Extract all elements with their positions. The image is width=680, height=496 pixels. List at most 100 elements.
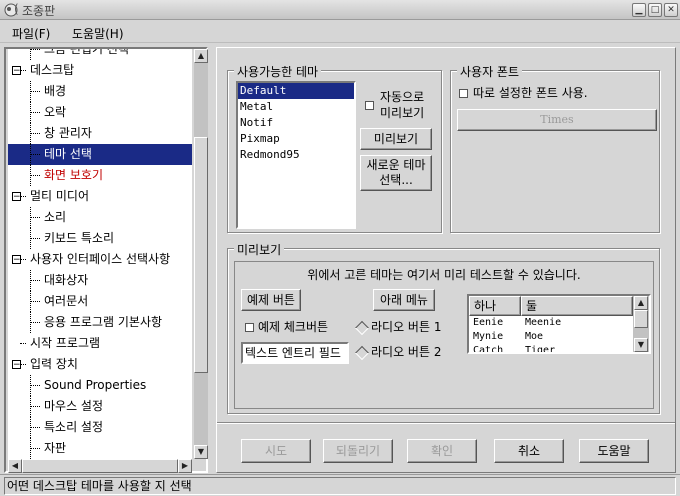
example-checkbox-label: 예제 체크버튼: [258, 320, 329, 334]
minimize-icon[interactable]: ▁: [632, 3, 646, 17]
theme-list-item[interactable]: Pixmap: [238, 131, 354, 147]
tree-item[interactable]: 테마 선택: [8, 144, 192, 165]
settings-panel: 사용가능한 테마 Default Metal Notif Pixmap Redmond9…: [216, 47, 676, 473]
title-bar[interactable]: ( 조종판 ▁ □ ✕: [0, 0, 680, 20]
example-button[interactable]: 예제 버튼: [241, 289, 301, 311]
tree-item[interactable]: 마우스 설정: [8, 396, 192, 417]
table-cell: Meenie: [525, 317, 562, 328]
scroll-thumb[interactable]: [194, 137, 208, 373]
tree-item[interactable]: Sound Properties: [8, 375, 192, 396]
radio-button-2[interactable]: [354, 345, 370, 361]
tree-item[interactable]: 화면 보호기: [8, 165, 192, 186]
status-bar: 어떤 데스크탑 테마를 사용할 지 선택: [0, 474, 680, 496]
tree-item[interactable]: 여러문서: [8, 291, 192, 312]
custom-font-label: 따로 설정한 폰트 사용.: [473, 86, 588, 100]
tree-item[interactable]: 자판: [8, 438, 192, 459]
table-header-col1[interactable]: 하나: [469, 296, 521, 316]
tree-item[interactable]: 응용 프로그램 기본사항: [8, 312, 192, 333]
tree-item-label: 배경: [44, 84, 67, 98]
tree-item[interactable]: 키보드 특소리: [8, 228, 192, 249]
collapse-icon[interactable]: −: [12, 66, 21, 76]
window-title: 조종판: [22, 4, 56, 18]
tree-item[interactable]: − 입력 장치: [8, 354, 192, 375]
radio-1-label: 라디오 버튼 1: [371, 320, 442, 334]
preview-group-title: 미리보기: [234, 241, 285, 258]
tree-item-label: 여러문서: [44, 294, 89, 308]
theme-list-item[interactable]: Metal: [238, 99, 354, 115]
category-tree[interactable]: 그놈 편집기 선택 − 데스크탑 배경 오락 창 관리자 테마 선택 화면 보호기 − 멀티 미디…: [8, 49, 192, 459]
font-group-title: 사용자 폰트: [457, 63, 523, 80]
close-icon[interactable]: ✕: [664, 3, 678, 17]
theme-group-title: 사용가능한 테마: [234, 63, 322, 80]
table-header: 하나 둘: [469, 296, 633, 316]
tree-item-label: 대화상자: [44, 273, 89, 287]
theme-list-item[interactable]: Default: [238, 83, 354, 99]
table-scrollbar[interactable]: ▲ ▼: [633, 296, 649, 352]
tree-item[interactable]: 창 관리자: [8, 123, 192, 144]
scroll-thumb-h[interactable]: [22, 459, 178, 473]
menu-file[interactable]: 파일(F): [12, 25, 50, 42]
preview-table[interactable]: 하나 둘 Eenie Meenie Mynie Moe Catch Tiger ▲ ▼: [467, 294, 651, 354]
preview-group: 미리보기 위에서 고른 테마는 여기서 미리 테스트할 수 있습니다. 예제 버…: [227, 241, 660, 414]
custom-font-checkbox[interactable]: [459, 89, 468, 98]
tree-item[interactable]: 소리: [8, 207, 192, 228]
tree-item[interactable]: 대화상자: [8, 270, 192, 291]
scroll-left-icon[interactable]: ◀: [8, 459, 22, 473]
tree-item[interactable]: 오락: [8, 102, 192, 123]
tree-item-label: 화면 보호기: [44, 168, 104, 182]
tree-item[interactable]: − 사용자 인터페이스 선택사항: [8, 249, 192, 270]
cancel-button[interactable]: 취소: [494, 439, 564, 463]
new-theme-button[interactable]: 새로운 테마 선택...: [360, 155, 432, 191]
scroll-right-icon[interactable]: ▶: [178, 459, 192, 473]
tree-item[interactable]: 배경: [8, 81, 192, 102]
theme-list-item[interactable]: Notif: [238, 115, 354, 131]
font-group: 사용자 폰트 따로 설정한 폰트 사용. Times: [450, 63, 660, 233]
preview-area: 위에서 고른 테마는 여기서 미리 테스트할 수 있습니다. 예제 버튼 아래 …: [234, 261, 654, 409]
tree-item[interactable]: 시작 프로그램: [8, 333, 192, 354]
tree-item[interactable]: − 멀티 미디어: [8, 186, 192, 207]
table-row[interactable]: Mynie Moe: [469, 330, 633, 344]
theme-list-item[interactable]: Redmond95: [238, 147, 354, 163]
collapse-icon[interactable]: −: [12, 255, 21, 265]
button-bar-separator: [217, 422, 675, 424]
font-select-button[interactable]: Times: [457, 109, 657, 131]
example-checkbox[interactable]: [245, 323, 254, 332]
radio-button-1[interactable]: [354, 320, 370, 336]
auto-preview-checkbox[interactable]: [365, 101, 374, 110]
new-theme-line1: 새로운 테마: [366, 158, 426, 172]
preview-button[interactable]: 미리보기: [360, 128, 432, 150]
auto-preview-label: 자동으로 미리보기: [380, 89, 424, 121]
table-scroll-up-icon[interactable]: ▲: [634, 296, 648, 310]
menu-button[interactable]: 아래 메뉴: [373, 289, 435, 311]
tree-item-label: 오락: [44, 105, 67, 119]
ok-button[interactable]: 확인: [407, 439, 477, 463]
tree-horizontal-scrollbar[interactable]: ◀ ▶: [8, 459, 192, 473]
table-header-col2[interactable]: 둘: [521, 296, 633, 316]
tree-item[interactable]: 그놈 편집기 선택: [8, 49, 192, 60]
menu-help[interactable]: 도움말(H): [72, 25, 124, 42]
text-entry-field[interactable]: 텍스트 엔트리 필드: [241, 342, 349, 364]
collapse-icon[interactable]: −: [12, 360, 21, 370]
tree-item[interactable]: − 데스크탑: [8, 60, 192, 81]
table-scroll-thumb[interactable]: [634, 310, 648, 328]
scroll-down-icon[interactable]: ▼: [194, 445, 208, 459]
radio-2-label: 라디오 버튼 2: [371, 345, 442, 359]
tree-item[interactable]: 특소리 설정: [8, 417, 192, 438]
table-scroll-down-icon[interactable]: ▼: [634, 338, 648, 352]
tree-item-label: 그놈 편집기 선택: [44, 49, 129, 56]
theme-list[interactable]: Default Metal Notif Pixmap Redmond95: [236, 81, 356, 229]
help-button[interactable]: 도움말: [579, 439, 649, 463]
collapse-icon[interactable]: −: [12, 192, 21, 202]
tree-item-label: 응용 프로그램 기본사항: [44, 315, 163, 329]
table-row[interactable]: Eenie Meenie: [469, 316, 633, 330]
scroll-up-icon[interactable]: ▲: [194, 49, 208, 63]
maximize-icon[interactable]: □: [648, 3, 662, 17]
tree-item-label: 데스크탑: [30, 63, 75, 77]
tree-item-label: 입력 장치: [30, 357, 78, 371]
tree-vertical-scrollbar[interactable]: ▲ ▼: [194, 49, 208, 459]
table-row[interactable]: Catch Tiger: [469, 344, 633, 352]
table-cell: Moe: [525, 331, 544, 342]
revert-button[interactable]: 되돌리기: [323, 439, 393, 463]
tree-item-label: 특소리 설정: [44, 420, 104, 434]
try-button[interactable]: 시도: [241, 439, 311, 463]
